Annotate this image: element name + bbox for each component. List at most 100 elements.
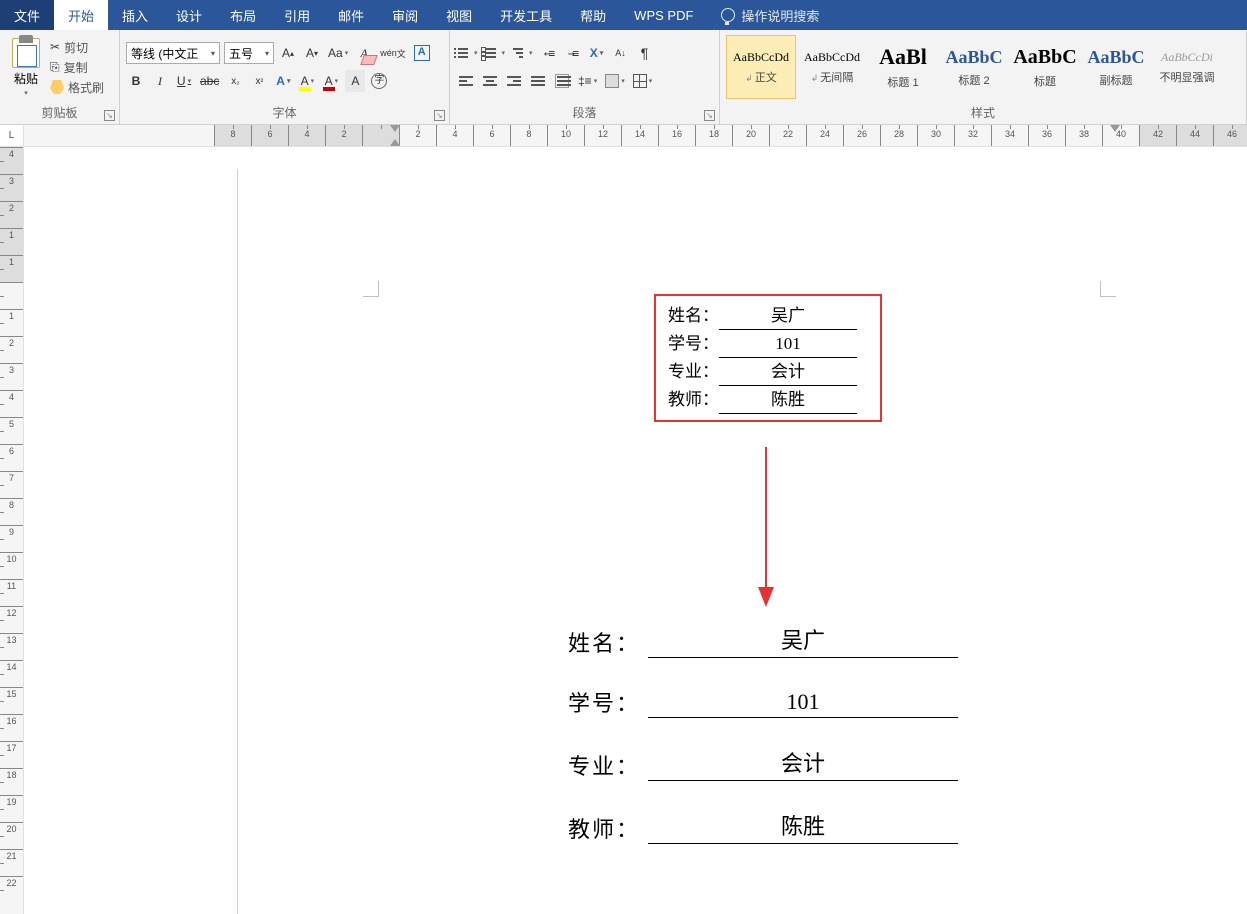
tab-insert[interactable]: 插入	[108, 0, 162, 30]
hanging-indent-marker[interactable]	[390, 139, 400, 146]
arrow-icon	[756, 447, 776, 607]
shading-button[interactable]	[603, 70, 627, 92]
field-value: 101	[719, 330, 857, 358]
show-marks-button[interactable]: ¶	[635, 42, 655, 64]
field-value: 陈胜	[648, 809, 958, 844]
tab-file[interactable]: 文件	[0, 0, 54, 30]
bold-button[interactable]: B	[126, 70, 146, 92]
field-value: 吴广	[719, 302, 857, 330]
group-styles: AaBbCcDd正文AaBbCcDd无间隔AaBl标题 1AaBbC标题 2Aa…	[720, 30, 1247, 124]
ruler-vertical[interactable]: 4321112345678910111213141516171819202122	[0, 147, 24, 914]
style-item-2[interactable]: AaBl标题 1	[868, 35, 938, 99]
ribbon: 粘贴 ▾ 剪切 复制 格式刷 剪贴板↘ 等线 (中文正▾ 五号▾ A▴ A▾ A…	[0, 30, 1247, 125]
tab-design[interactable]: 设计	[162, 0, 216, 30]
tab-wpspdf[interactable]: WPS PDF	[620, 0, 707, 30]
style-preview: AaBbCcDi	[1161, 50, 1213, 65]
subscript-button[interactable]: x	[225, 70, 245, 92]
sort-button[interactable]	[611, 42, 631, 64]
tab-developer[interactable]: 开发工具	[486, 0, 566, 30]
tab-layout[interactable]: 布局	[216, 0, 270, 30]
style-item-0[interactable]: AaBbCcDd正文	[726, 35, 796, 99]
first-line-indent-marker[interactable]	[390, 125, 400, 132]
document-canvas[interactable]: 姓名：吴广学号：101专业：会计教师：陈胜 姓名：吴广学号：101专业：会计教师…	[24, 147, 1247, 914]
brush-icon	[50, 80, 64, 94]
grow-font-button[interactable]: A▴	[278, 42, 298, 64]
copy-button[interactable]: 复制	[50, 59, 104, 76]
tab-help[interactable]: 帮助	[566, 0, 620, 30]
enclose-characters-button[interactable]: 字	[369, 70, 389, 92]
tab-references[interactable]: 引用	[270, 0, 324, 30]
form-row: 姓名：吴广	[668, 302, 868, 330]
bullets-button[interactable]	[456, 42, 480, 64]
large-form: 姓名：吴广学号：101专业：会计教师：陈胜	[568, 623, 958, 872]
shrink-font-button[interactable]: A▾	[302, 42, 322, 64]
style-preview: AaBl	[879, 44, 927, 70]
style-name: 无间隔	[811, 69, 854, 85]
align-justify-button[interactable]	[528, 70, 548, 92]
form-row-large: 姓名：吴广	[568, 623, 958, 658]
paste-dropdown-icon[interactable]: ▾	[24, 89, 28, 97]
ruler-horizontal[interactable]: 8642246810121416182022242628303234363840…	[24, 125, 1247, 146]
increase-indent-button[interactable]: →≡	[563, 42, 583, 64]
style-item-1[interactable]: AaBbCcDd 无间隔	[797, 35, 867, 99]
font-color-button[interactable]: A	[321, 70, 341, 92]
style-item-4[interactable]: AaBbC标题	[1010, 35, 1080, 99]
tab-review[interactable]: 审阅	[378, 0, 432, 30]
group-clipboard: 粘贴 ▾ 剪切 复制 格式刷 剪贴板↘	[0, 30, 120, 124]
tab-home[interactable]: 开始	[54, 0, 108, 30]
tab-view[interactable]: 视图	[432, 0, 486, 30]
field-value: 会计	[719, 358, 857, 386]
decrease-indent-button[interactable]: ←≡	[539, 42, 559, 64]
multilevel-list-button[interactable]	[511, 42, 535, 64]
character-shading-button[interactable]: A	[345, 70, 365, 92]
asian-layout-button[interactable]: X	[587, 42, 607, 64]
align-distributed-button[interactable]	[552, 70, 572, 92]
clear-formatting-button[interactable]: A	[354, 42, 374, 64]
paragraph-dialog-launcher[interactable]: ↘	[704, 110, 715, 121]
tab-strip: 文件 开始 插入 设计 布局 引用 邮件 审阅 视图 开发工具 帮助 WPS P…	[0, 0, 1247, 30]
tab-mailings[interactable]: 邮件	[324, 0, 378, 30]
style-preview: AaBbC	[1087, 47, 1144, 68]
paste-button[interactable]: 粘贴 ▾	[6, 34, 46, 101]
tell-me-search[interactable]: 操作说明搜索	[707, 0, 833, 30]
field-label: 姓名：	[668, 302, 719, 329]
margin-mark-top-right	[1100, 281, 1116, 297]
numbering-button[interactable]	[484, 42, 508, 64]
paste-label: 粘贴	[14, 70, 38, 87]
font-size-combo[interactable]: 五号▾	[224, 42, 274, 64]
superscript-button[interactable]: x	[249, 70, 269, 92]
line-spacing-button[interactable]: ‡≡	[576, 70, 599, 92]
form-row: 专业：会计	[668, 358, 868, 386]
font-name-combo[interactable]: 等线 (中文正▾	[126, 42, 220, 64]
underline-button[interactable]: U	[174, 70, 194, 92]
cut-button[interactable]: 剪切	[50, 39, 104, 56]
paste-icon	[12, 38, 40, 68]
align-center-button[interactable]	[480, 70, 500, 92]
field-label: 专业：	[568, 749, 648, 781]
right-indent-marker[interactable]	[1110, 125, 1120, 132]
align-left-button[interactable]	[456, 70, 476, 92]
text-effects-button[interactable]: A	[273, 70, 293, 92]
tab-selector[interactable]: L	[0, 125, 24, 146]
clipboard-dialog-launcher[interactable]: ↘	[104, 110, 115, 121]
strikethrough-button[interactable]: abc	[198, 70, 221, 92]
format-painter-button[interactable]: 格式刷	[50, 79, 104, 96]
style-item-3[interactable]: AaBbC标题 2	[939, 35, 1009, 99]
borders-button[interactable]	[631, 70, 655, 92]
phonetic-guide-button[interactable]: wén文	[378, 42, 408, 64]
style-item-5[interactable]: AaBbC副标题	[1081, 35, 1151, 99]
ruler-horizontal-row: L 86422468101214161820222426283032343638…	[0, 125, 1247, 147]
font-dialog-launcher[interactable]: ↘	[434, 110, 445, 121]
italic-button[interactable]: I	[150, 70, 170, 92]
align-right-button[interactable]	[504, 70, 524, 92]
change-case-button[interactable]: Aa	[326, 42, 350, 64]
field-value: 陈胜	[719, 386, 857, 414]
highlight-button[interactable]: A	[297, 70, 317, 92]
group-styles-label: 样式	[971, 106, 995, 120]
style-preview: AaBbCcDd	[804, 50, 860, 65]
lightbulb-icon	[721, 8, 735, 22]
form-row: 学号：101	[668, 330, 868, 358]
style-item-6[interactable]: AaBbCcDi不明显强调	[1152, 35, 1222, 99]
character-border-button[interactable]: A	[412, 42, 432, 64]
group-paragraph-label: 段落	[572, 106, 596, 120]
